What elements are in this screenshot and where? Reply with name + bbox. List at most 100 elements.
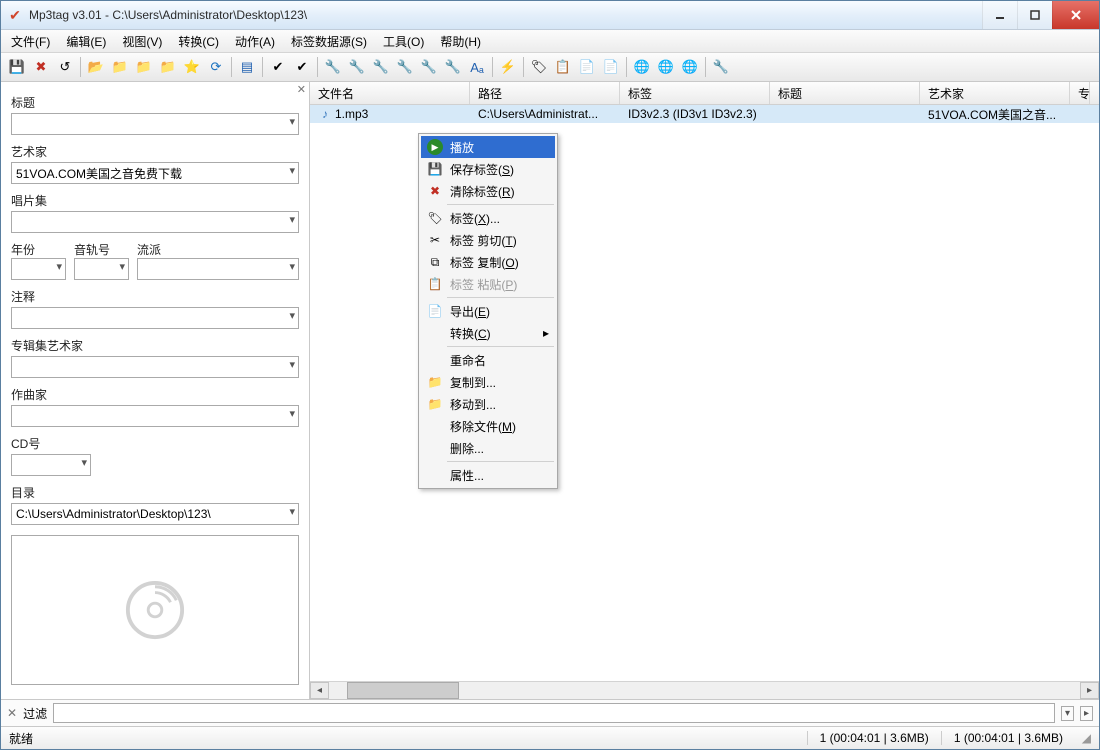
ctx-play[interactable]: ▶播放 [421, 136, 555, 158]
col-path[interactable]: 路径 [470, 82, 620, 104]
ctx-delete[interactable]: 删除... [421, 437, 555, 459]
ext-tags-icon[interactable]: 🏷 [527, 55, 551, 79]
folder-icon: 📁 [427, 374, 443, 390]
maximize-button[interactable] [1017, 1, 1052, 29]
delete-icon[interactable]: ✖ [29, 55, 53, 79]
number-icon[interactable]: Aₐ [465, 55, 489, 79]
action2-icon[interactable]: ✔ [290, 55, 314, 79]
conv5-icon[interactable]: 🔧 [417, 55, 441, 79]
ctx-removefile[interactable]: 移除文件(M) [421, 415, 555, 437]
playlist-icon[interactable]: 📋 [551, 55, 575, 79]
ctx-save[interactable]: 💾保存标签(S) [421, 158, 555, 180]
save-icon[interactable]: 💾 [5, 55, 29, 79]
conv1-icon[interactable]: 🔧 [321, 55, 345, 79]
filter-next-icon[interactable]: ▸ [1080, 706, 1093, 721]
cover-art[interactable] [11, 535, 299, 685]
action1-icon[interactable]: ✔ [266, 55, 290, 79]
col-last[interactable]: 专 [1070, 82, 1090, 104]
filter-label: 过滤 [23, 705, 47, 722]
h-scrollbar[interactable]: ◂ ▸ [310, 681, 1099, 699]
menu-actions[interactable]: 动作(A) [229, 31, 281, 52]
col-tag[interactable]: 标签 [620, 82, 770, 104]
title-label: 标题 [11, 94, 299, 111]
menu-tools[interactable]: 工具(O) [377, 31, 430, 52]
ctx-tags[interactable]: 🏷标签(X)... [421, 207, 555, 229]
export-icon[interactable]: 📄 [575, 55, 599, 79]
play-icon: ▶ [427, 139, 443, 155]
ctx-copyto[interactable]: 📁复制到... [421, 371, 555, 393]
col-title[interactable]: 标题 [770, 82, 920, 104]
filter-close-icon[interactable]: ✕ [7, 706, 17, 720]
conv2-icon[interactable]: 🔧 [345, 55, 369, 79]
refresh-icon[interactable]: ⟳ [204, 55, 228, 79]
scroll-thumb[interactable] [347, 682, 459, 699]
artist-input[interactable]: 51VOA.COM美国之音免费下载 [11, 162, 299, 184]
conv6-icon[interactable]: 🔧 [441, 55, 465, 79]
dir-input[interactable]: C:\Users\Administrator\Desktop\123\ [11, 503, 299, 525]
menu-help[interactable]: 帮助(H) [434, 31, 487, 52]
minimize-button[interactable] [982, 1, 1017, 29]
year-input[interactable] [11, 258, 66, 280]
col-file[interactable]: 文件名 [310, 82, 470, 104]
tags-icon: 🏷 [427, 210, 443, 226]
menu-view[interactable]: 视图(V) [116, 31, 168, 52]
ctx-clear[interactable]: ✖清除标签(R) [421, 180, 555, 202]
ctx-export[interactable]: 📄导出(E) [421, 300, 555, 322]
app-icon: ✔ [7, 7, 23, 23]
folder-open-icon[interactable]: 📂 [84, 55, 108, 79]
col-artist[interactable]: 艺术家 [920, 82, 1070, 104]
dir-label: 目录 [11, 484, 299, 501]
menu-convert[interactable]: 转换(C) [172, 31, 225, 52]
close-button[interactable] [1052, 1, 1099, 29]
folder-up-icon[interactable]: 📁 [156, 55, 180, 79]
menu-sources[interactable]: 标签数据源(S) [285, 31, 373, 52]
menu-edit[interactable]: 编辑(E) [60, 31, 112, 52]
menu-file[interactable]: 文件(F) [5, 31, 56, 52]
title-input[interactable] [11, 113, 299, 135]
track-input[interactable] [74, 258, 129, 280]
composer-label: 作曲家 [11, 386, 299, 403]
context-menu: ▶播放 💾保存标签(S) ✖清除标签(R) 🏷标签(X)... ✂标签 剪切(T… [418, 133, 558, 489]
copy-icon: ⧉ [427, 254, 443, 270]
filter-dropdown-icon[interactable]: ▾ [1061, 706, 1074, 721]
artist-label: 艺术家 [11, 143, 299, 160]
file-list: 文件名 路径 标签 标题 艺术家 专 ♪1.mp3 C:\Users\Admin… [310, 82, 1099, 699]
folder-play-icon[interactable]: 📁 [132, 55, 156, 79]
conv4-icon[interactable]: 🔧 [393, 55, 417, 79]
ctx-copy[interactable]: ⧉标签 复制(O) [421, 251, 555, 273]
ctx-rename[interactable]: 重命名 [421, 349, 555, 371]
file-row[interactable]: ♪1.mp3 C:\Users\Administrat... ID3v2.3 (… [310, 105, 1099, 123]
import-icon[interactable]: 📄 [599, 55, 623, 79]
ctx-props[interactable]: 属性... [421, 464, 555, 486]
genre-input[interactable] [137, 258, 299, 280]
save-icon: 💾 [427, 161, 443, 177]
conv3-icon[interactable]: 🔧 [369, 55, 393, 79]
ctx-moveto[interactable]: 📁移动到... [421, 393, 555, 415]
ctx-convert[interactable]: 转换(C)▸ [421, 322, 555, 344]
folder-add-icon[interactable]: 📁 [108, 55, 132, 79]
ctx-cut[interactable]: ✂标签 剪切(T) [421, 229, 555, 251]
genre-label: 流派 [137, 241, 299, 258]
comment-input[interactable] [11, 307, 299, 329]
disc-input[interactable] [11, 454, 91, 476]
select-all-icon[interactable]: ▤ [235, 55, 259, 79]
scroll-left-icon[interactable]: ◂ [310, 682, 329, 699]
album-input[interactable] [11, 211, 299, 233]
albumartist-input[interactable] [11, 356, 299, 378]
web-source1-icon[interactable]: 🌐 [630, 55, 654, 79]
filter-input[interactable] [53, 703, 1055, 723]
web-source2-icon[interactable]: 🌐 [654, 55, 678, 79]
panel-close-icon[interactable]: ✕ [297, 83, 306, 96]
composer-input[interactable] [11, 405, 299, 427]
resize-grip-icon[interactable]: ◢ [1075, 731, 1091, 745]
clear-icon: ✖ [427, 183, 443, 199]
favorite-icon[interactable]: ⭐ [180, 55, 204, 79]
scroll-right-icon[interactable]: ▸ [1080, 682, 1099, 699]
script-icon[interactable]: ⚡ [496, 55, 520, 79]
web-source3-icon[interactable]: 🌐 [678, 55, 702, 79]
comment-label: 注释 [11, 288, 299, 305]
undo-icon[interactable]: ↺ [53, 55, 77, 79]
filter-bar: ✕ 过滤 ▾ ▸ [1, 699, 1099, 726]
settings-icon[interactable]: 🔧 [709, 55, 733, 79]
cell-artist: 51VOA.COM美国之音... [920, 106, 1070, 123]
